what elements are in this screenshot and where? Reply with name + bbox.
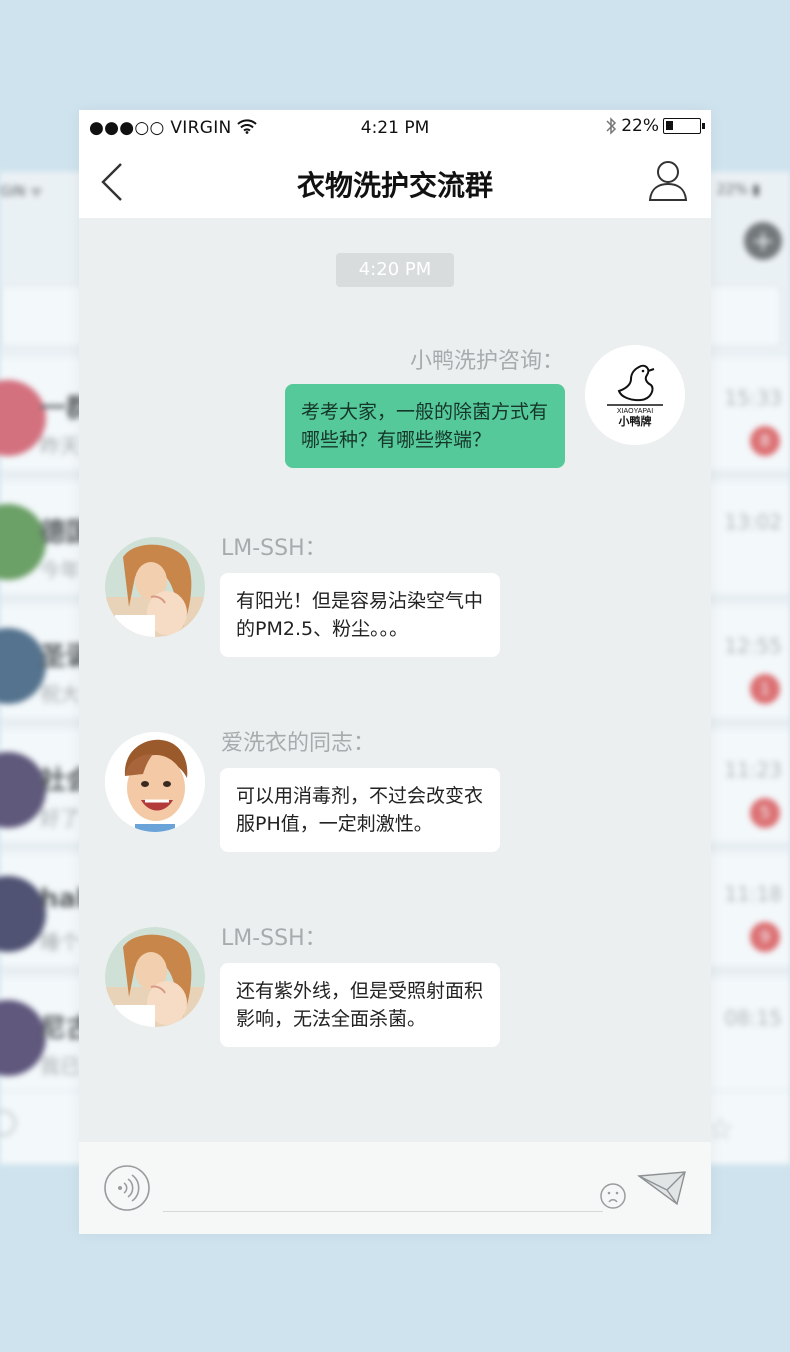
sender-name: 小鸭洗护咨询： (409, 349, 564, 374)
status-bar: ●●●○○ VIRGIN 4:21 PM 22% (79, 110, 711, 146)
background-item-time: 08:15 (724, 1006, 782, 1030)
user-icon[interactable] (647, 158, 689, 204)
background-status-left: GIN ᯤ (0, 184, 43, 200)
background-tab-icon (0, 1110, 16, 1136)
message-input[interactable] (163, 1178, 603, 1212)
mother-baby-avatar[interactable] (105, 537, 205, 637)
toddler-avatar[interactable] (105, 732, 205, 832)
logo-latin-text: XIAOYAPAI (617, 408, 653, 415)
chat-title: 衣物洗护交流群 (296, 169, 493, 202)
chat-screen: ●●●○○ VIRGIN 4:21 PM 22% 衣物洗护交流群 4:20 PM… (79, 110, 711, 1234)
send-icon[interactable] (637, 1170, 687, 1208)
background-item-sub: 祝大 (40, 682, 80, 706)
navigation-bar: 衣物洗护交流群 (79, 146, 711, 218)
background-item-time: 13:02 (724, 510, 782, 534)
background-item-time: 12:55 (724, 634, 782, 658)
background-item-sub: 我已 (40, 1054, 80, 1078)
mother-baby-avatar[interactable] (105, 927, 205, 1027)
message-bubble-incoming[interactable]: 有阳光！但是容易沾染空气中的PM2.5、粉尘。。。 (220, 573, 500, 657)
message-input-bar (79, 1142, 711, 1234)
message-bubble-outgoing[interactable]: 考考大家，一般的除菌方式有哪些种？有哪些弊端？ (285, 384, 565, 468)
battery-icon (663, 118, 705, 134)
duck-logo-icon: XIAOYAPAI 小鸭牌 (585, 345, 685, 445)
logo-brand-text: 小鸭牌 (618, 414, 652, 428)
sender-name: 爱洗衣的同志： (221, 731, 376, 756)
unread-badge: 8 (750, 426, 780, 456)
bluetooth-icon (606, 117, 617, 135)
background-item-time: 11:23 (724, 758, 782, 782)
background-item-sub: 睡个 (40, 930, 80, 954)
background-item-sub: 昨天 (40, 434, 80, 458)
toddler-photo (105, 732, 205, 832)
star-icon: ☆ (707, 1112, 734, 1147)
background-status-right: 22% ▮ (716, 182, 760, 198)
message-bubble-incoming[interactable]: 还有紫外线，但是受照射面积影响，无法全面杀菌。 (220, 963, 500, 1047)
message-bubble-incoming[interactable]: 可以用消毒剂，不过会改变衣服PH值，一定刺激性。 (220, 768, 500, 852)
background-item-sub: 今年 (40, 558, 80, 582)
status-right: 22% (605, 116, 705, 136)
sender-name: LM-SSH： (221, 926, 327, 951)
mother-baby-photo (105, 537, 205, 637)
xiaoyapai-logo-avatar[interactable]: XIAOYAPAI 小鸭牌 (585, 345, 685, 445)
unread-badge: 5 (750, 798, 780, 828)
mother-baby-photo (105, 927, 205, 1027)
emoji-icon[interactable] (599, 1182, 627, 1210)
battery-percent: 22% (621, 116, 659, 136)
unread-badge: 9 (750, 922, 780, 952)
plus-circle-icon: + (744, 222, 782, 260)
background-item-sub: 好了 (40, 806, 80, 830)
unread-badge: 1 (750, 674, 780, 704)
background-item-time: 15:33 (724, 386, 782, 410)
background-item-time: 11:18 (724, 882, 782, 906)
chat-timestamp: 4:20 PM (336, 253, 454, 287)
sender-name: LM-SSH： (221, 536, 327, 561)
voice-icon[interactable] (103, 1164, 151, 1212)
